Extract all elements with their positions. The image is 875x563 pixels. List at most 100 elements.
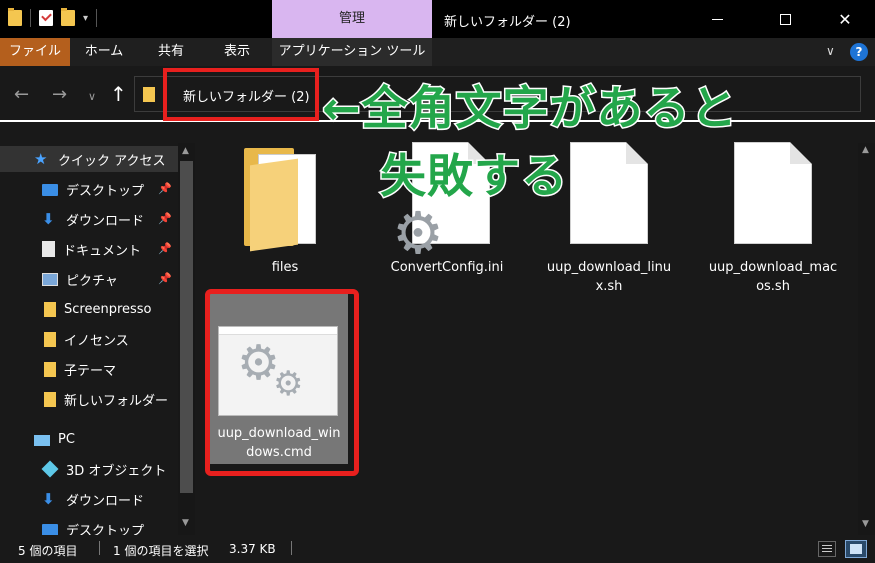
- tab-manage[interactable]: 管理: [272, 0, 432, 38]
- folder-icon: [143, 87, 155, 102]
- desktop-icon: [42, 524, 58, 535]
- divider: [99, 541, 100, 555]
- sidebar-item-label: ダウンロード: [66, 493, 145, 509]
- pc-icon: [34, 434, 50, 446]
- 3d-objects-icon: [41, 460, 59, 478]
- navigation-pane: ★ クイック アクセス デスクトップ 📌 ⬇ ダウンロード 📌 ドキュメント 📌…: [0, 140, 196, 535]
- pin-icon[interactable]: 📌: [158, 242, 172, 255]
- ribbon-tabs: ファイル ホーム 共有 表示 アプリケーション ツール ∨: [0, 38, 875, 66]
- close-icon: ✕: [838, 9, 852, 29]
- file-highlight-box: [205, 289, 359, 476]
- tab-view[interactable]: 表示: [206, 38, 268, 66]
- scroll-down-icon[interactable]: ▼: [182, 518, 189, 528]
- status-bar: 5 個の項目 1 個の項目を選択 3.37 KB: [0, 535, 875, 563]
- desktop-icon: [42, 184, 58, 196]
- back-button[interactable]: ←: [14, 84, 29, 105]
- divider: [96, 9, 98, 27]
- file-item-files[interactable]: files: [220, 142, 350, 282]
- sidebar-item-child-theme[interactable]: 子テーマ: [0, 356, 178, 382]
- pictures-icon: [42, 272, 58, 286]
- scrollbar-thumb[interactable]: [180, 161, 193, 493]
- download-icon: ⬇: [42, 210, 55, 228]
- file-name: uup_download_linux.sh: [546, 260, 672, 294]
- scroll-up-icon[interactable]: ▲: [182, 146, 189, 156]
- sidebar-item-label: 新しいフォルダー: [64, 393, 169, 409]
- scroll-down-icon[interactable]: ▼: [862, 519, 869, 529]
- close-button[interactable]: ✕: [822, 0, 868, 38]
- up-button[interactable]: ↑: [110, 82, 127, 106]
- sidebar-item-label: PC: [58, 431, 75, 447]
- sidebar-item-pc-desktop[interactable]: デスクトップ: [0, 516, 178, 535]
- sidebar-item-innocence[interactable]: イノセンス: [0, 326, 178, 352]
- folder-icon: [244, 148, 324, 252]
- expand-ribbon-icon[interactable]: ∨: [826, 44, 835, 58]
- new-folder-icon[interactable]: [61, 8, 75, 26]
- minimize-icon: [711, 18, 723, 20]
- sidebar-item-documents[interactable]: ドキュメント 📌: [0, 236, 178, 262]
- selection-size: 3.37 KB: [229, 542, 276, 556]
- sidebar-item-3d-objects[interactable]: 3D オブジェクト: [0, 456, 178, 482]
- sidebar-item-label: クイック アクセス: [58, 153, 166, 169]
- folder-icon: [44, 391, 56, 407]
- sidebar-item-pc-downloads[interactable]: ⬇ ダウンロード: [0, 486, 178, 512]
- address-highlight-box: [163, 68, 319, 121]
- sidebar-item-screenpresso[interactable]: Screenpresso: [0, 296, 178, 322]
- pin-icon[interactable]: 📌: [158, 182, 172, 195]
- sidebar-item-label: イノセンス: [64, 333, 129, 349]
- sidebar-item-quick-access[interactable]: ★ クイック アクセス: [0, 146, 178, 172]
- sidebar-item-label: ダウンロード: [66, 213, 145, 229]
- folder-icon: [8, 8, 22, 26]
- folder-icon: [44, 361, 56, 377]
- quick-access-toolbar: ▾: [8, 8, 98, 27]
- sidebar-item-label: デスクトップ: [66, 523, 145, 536]
- details-view-icon[interactable]: [818, 541, 836, 557]
- sidebar-item-label: Screenpresso: [64, 301, 152, 317]
- title-bar: ▾ 管理 新しいフォルダー (2) ✕: [0, 0, 875, 38]
- divider: [30, 9, 31, 27]
- minimize-button[interactable]: [694, 0, 740, 38]
- sidebar-item-label: ドキュメント: [63, 243, 142, 259]
- sidebar-item-label: デスクトップ: [66, 183, 145, 199]
- download-icon: ⬇: [42, 490, 55, 508]
- content-scrollbar[interactable]: ▲ ▼: [858, 143, 875, 535]
- properties-icon[interactable]: [39, 10, 53, 26]
- selection-count: 1 個の項目を選択: [113, 544, 209, 558]
- divider: [291, 541, 292, 555]
- help-icon[interactable]: ?: [850, 43, 868, 61]
- file-name: uup_download_macos.sh: [708, 260, 838, 294]
- sidebar-item-desktop[interactable]: デスクトップ 📌: [0, 176, 178, 202]
- file-name: files: [271, 260, 299, 275]
- item-count: 5 個の項目: [18, 544, 78, 558]
- sidebar-scrollbar[interactable]: ▲ ▼: [178, 143, 195, 535]
- folder-icon: [44, 331, 56, 347]
- document-icon: [570, 142, 648, 244]
- maximize-button[interactable]: [762, 0, 808, 38]
- folder-icon: [44, 301, 56, 317]
- sidebar-item-label: 3D オブジェクト: [66, 463, 167, 479]
- tab-share[interactable]: 共有: [140, 38, 202, 66]
- gear-icon: ⚙: [392, 199, 444, 267]
- large-icons-view-icon[interactable]: [845, 540, 867, 558]
- tab-application-tools[interactable]: アプリケーション ツール: [272, 38, 432, 66]
- maximize-icon: [779, 13, 791, 25]
- tab-file[interactable]: ファイル: [0, 38, 70, 66]
- document-icon: [734, 142, 812, 244]
- file-item-macos-sh[interactable]: uup_download_macos.sh: [708, 142, 838, 302]
- pin-icon[interactable]: 📌: [158, 212, 172, 225]
- recent-locations-button[interactable]: ∨: [88, 90, 96, 103]
- sidebar-item-new-folder[interactable]: 新しいフォルダー: [0, 386, 178, 412]
- sidebar-item-pc[interactable]: PC: [0, 426, 178, 452]
- scroll-up-icon[interactable]: ▲: [862, 145, 869, 155]
- forward-button[interactable]: →: [52, 84, 67, 105]
- sidebar-item-downloads[interactable]: ⬇ ダウンロード 📌: [0, 206, 178, 232]
- pin-icon[interactable]: 📌: [158, 272, 172, 285]
- chevron-down-icon[interactable]: ▾: [83, 13, 88, 24]
- sidebar-item-label: 子テーマ: [64, 363, 117, 379]
- tab-home[interactable]: ホーム: [72, 38, 136, 66]
- sidebar-item-pictures[interactable]: ピクチャ 📌: [0, 266, 178, 292]
- window-title: 新しいフォルダー (2): [444, 15, 571, 30]
- annotation-line-1: ←全角文字があると: [321, 80, 739, 137]
- document-icon: [42, 241, 55, 257]
- sidebar-item-label: ピクチャ: [66, 273, 118, 289]
- star-icon: ★: [34, 150, 48, 168]
